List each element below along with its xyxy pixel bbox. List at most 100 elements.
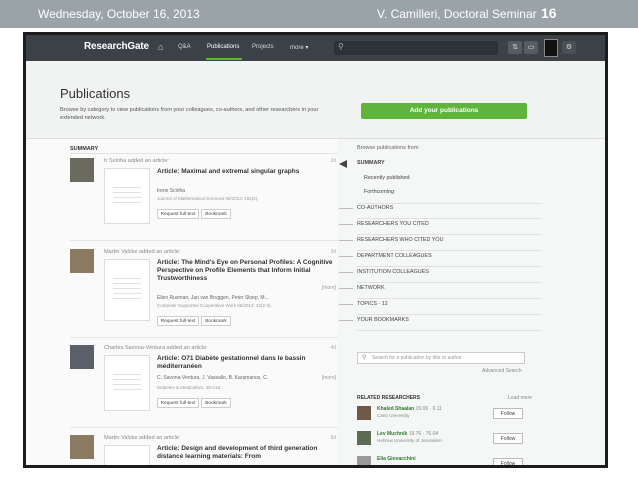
avatar[interactable] bbox=[70, 249, 94, 273]
entry-title[interactable]: Article: O71 Diabète gestationnel dans l… bbox=[157, 355, 337, 371]
related-researchers-title: RELATED RESEARCHERS bbox=[357, 395, 420, 401]
researcher-affiliation: Hebrew University of Jerusalem bbox=[377, 438, 442, 443]
entry-age: 3d bbox=[330, 249, 336, 255]
menu-dash bbox=[339, 240, 353, 241]
sidebar-item-co-authors[interactable]: CO-AUTHORS bbox=[357, 205, 393, 211]
researcher-stats: 19.76 · 76.04 bbox=[408, 431, 439, 437]
load-more-link[interactable]: Load more bbox=[508, 395, 532, 401]
sidebar-item-recently-published[interactable]: Recently published bbox=[364, 175, 410, 181]
researcher-name-line[interactable]: Lev Muchnik 19.76 · 76.04 bbox=[377, 431, 438, 437]
menu-divider bbox=[357, 298, 541, 299]
menu-dash bbox=[339, 208, 353, 209]
entry-age: 6d bbox=[330, 435, 336, 441]
entry-authors[interactable]: Elien Rusman, Jan van Bruggen, Peter Slo… bbox=[157, 295, 269, 301]
follow-button[interactable]: Follow bbox=[493, 408, 523, 419]
entry-title[interactable]: Article: Maximal and extremal singular g… bbox=[157, 168, 337, 176]
nav-projects[interactable]: Projects bbox=[252, 44, 274, 50]
researcher-name-line[interactable]: Elia Giovacchini bbox=[377, 456, 416, 462]
entry-journal: Journal of Mathematical Sciences 06/2013… bbox=[157, 196, 259, 201]
messages-icon[interactable]: ▭ bbox=[524, 41, 538, 54]
notifications-icon[interactable]: ⇅ bbox=[508, 41, 522, 54]
document-thumbnail[interactable] bbox=[104, 445, 150, 465]
sidebar-item-topics[interactable]: TOPICS · 12 bbox=[357, 301, 388, 307]
menu-dash bbox=[339, 320, 353, 321]
advanced-search-link[interactable]: Advanced Search bbox=[482, 368, 521, 374]
request-fulltext-button[interactable]: Request full-text bbox=[157, 316, 199, 326]
menu-dash bbox=[339, 304, 353, 305]
nav-more[interactable]: more ▾ bbox=[290, 44, 308, 51]
slide-date: Wednesday, October 16, 2013 bbox=[38, 7, 200, 21]
document-thumbnail[interactable] bbox=[104, 355, 150, 411]
bookmark-button[interactable]: Bookmark bbox=[201, 316, 231, 326]
researchgate-logo[interactable]: ResearchGate bbox=[84, 41, 149, 52]
researcher-name-line[interactable]: Khaled Shaalan 19.06 · 6.11 bbox=[377, 406, 442, 412]
sidebar-item-your-bookmarks[interactable]: YOUR BOOKMARKS bbox=[357, 317, 409, 323]
bookmark-button[interactable]: Bookmark bbox=[201, 209, 231, 219]
avatar[interactable] bbox=[544, 39, 558, 57]
avatar[interactable] bbox=[70, 345, 94, 369]
researcher-stats: 19.06 · 6.11 bbox=[415, 406, 442, 412]
entry-authors[interactable]: Irene Sciriha bbox=[157, 188, 185, 194]
feed-divider bbox=[70, 337, 338, 338]
gear-icon[interactable]: ⚙ bbox=[562, 41, 576, 54]
follow-button[interactable]: Follow bbox=[493, 433, 523, 444]
nav-search-input[interactable]: ⚲ bbox=[334, 41, 498, 55]
slide-header: Wednesday, October 16, 2013 V. Camilleri… bbox=[0, 0, 638, 28]
menu-divider bbox=[357, 234, 541, 235]
entry-authors[interactable]: C. Savona-Ventura, J. Vassallo, B. Karam… bbox=[157, 375, 268, 381]
bookmark-button[interactable]: Bookmark bbox=[201, 398, 231, 408]
nav-publications[interactable]: Publications bbox=[207, 44, 239, 50]
top-nav: ResearchGate ⌂ Q&A Publications Projects… bbox=[26, 35, 605, 61]
selected-arrow-icon bbox=[339, 160, 347, 168]
feed-divider bbox=[70, 240, 338, 241]
home-icon[interactable]: ⌂ bbox=[158, 42, 163, 52]
entry-adder[interactable]: Martin Valcke added an article: bbox=[104, 435, 180, 441]
entry-adder[interactable]: Charles Savona-Ventura added an article: bbox=[104, 345, 208, 351]
slide-page-number: 16 bbox=[541, 5, 557, 21]
feed-entry: Charles Savona-Ventura added an article:… bbox=[70, 345, 338, 425]
sidebar-item-institution-colleagues[interactable]: INSTITUTION COLLEAGUES bbox=[357, 269, 429, 275]
entry-more-link[interactable]: [more] bbox=[322, 285, 336, 291]
menu-divider bbox=[357, 314, 541, 315]
researcher-name[interactable]: Lev Muchnik bbox=[377, 431, 407, 437]
publication-search-input[interactable]: ⚲ Search for a publication by title or a… bbox=[357, 352, 525, 364]
avatar[interactable] bbox=[70, 158, 94, 182]
menu-divider bbox=[357, 266, 541, 267]
follow-button[interactable]: Follow bbox=[493, 458, 523, 465]
page-header: Publications Browse by category to view … bbox=[26, 61, 605, 139]
avatar[interactable] bbox=[357, 431, 371, 445]
sidebar-item-researchers-who-cited-you[interactable]: RESEARCHERS WHO CITED YOU bbox=[357, 237, 443, 243]
feed-entry: Martin Valcke added an article: 6d Artic… bbox=[70, 435, 338, 465]
menu-divider bbox=[357, 330, 541, 331]
avatar[interactable] bbox=[357, 406, 371, 420]
document-thumbnail[interactable] bbox=[104, 168, 150, 224]
feed-divider bbox=[70, 153, 338, 154]
request-fulltext-button[interactable]: Request full-text bbox=[157, 209, 199, 219]
page-description: Browse by category to view publications … bbox=[60, 107, 319, 121]
sidebar-item-network[interactable]: NETWORK bbox=[357, 285, 385, 291]
entry-adder[interactable]: Ir Sciriha added an article: bbox=[104, 158, 169, 164]
avatar[interactable] bbox=[70, 435, 94, 459]
researcher-name[interactable]: Elia Giovacchini bbox=[377, 456, 416, 462]
entry-more-link[interactable]: [more] bbox=[322, 375, 336, 381]
browse-label: Browse publications from bbox=[357, 145, 419, 151]
entry-journal: Computer Supported Cooperative Work 06/2… bbox=[157, 303, 272, 308]
entry-title[interactable]: Article: Design and development of third… bbox=[157, 445, 337, 461]
nav-qa[interactable]: Q&A bbox=[178, 44, 191, 50]
add-publications-button[interactable]: Add your publications bbox=[361, 103, 527, 119]
menu-divider bbox=[357, 203, 541, 204]
menu-divider bbox=[357, 218, 541, 219]
feed-entry: Ir Sciriha added an article: 2d Article:… bbox=[70, 158, 338, 233]
sidebar-item-researchers-you-cited[interactable]: RESEARCHERS YOU CITED bbox=[357, 221, 429, 227]
sidebar-item-department-colleagues[interactable]: DEPARTMENT COLLEAGUES bbox=[357, 253, 432, 259]
menu-dash bbox=[339, 288, 353, 289]
search-icon: ⚲ bbox=[362, 355, 367, 361]
sidebar-item-forthcoming[interactable]: Forthcoming bbox=[364, 189, 394, 195]
document-thumbnail[interactable] bbox=[104, 259, 150, 321]
sidebar-item-summary[interactable]: SUMMARY bbox=[357, 160, 385, 166]
request-fulltext-button[interactable]: Request full-text bbox=[157, 398, 199, 408]
researcher-name[interactable]: Khaled Shaalan bbox=[377, 406, 414, 412]
entry-title[interactable]: Article: The Mind's Eye on Personal Prof… bbox=[157, 259, 337, 283]
entry-adder[interactable]: Martin Valcke added an article: bbox=[104, 249, 180, 255]
avatar[interactable] bbox=[357, 456, 371, 465]
